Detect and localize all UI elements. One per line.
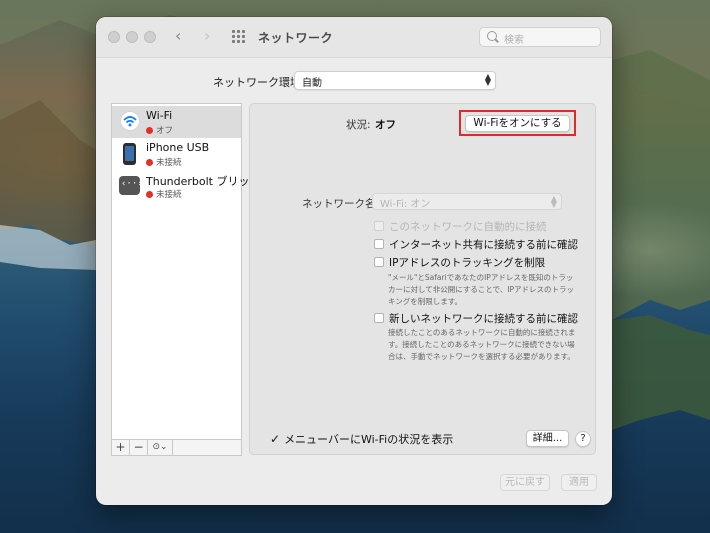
- iphone-icon: [123, 143, 136, 165]
- service-name: iPhone USB: [146, 141, 210, 154]
- status-dot-icon: [146, 191, 153, 198]
- network-name-select[interactable]: Wi-Fi: オン ▲ ▼: [372, 193, 562, 210]
- service-item-iphone-usb[interactable]: iPhone USB 未接続: [112, 138, 241, 170]
- action-menu-button[interactable]: ⊙⌄: [148, 440, 173, 455]
- status-label: 状況:: [346, 119, 371, 131]
- service-status: 未接続: [146, 156, 182, 168]
- service-item-thunderbolt-bridge[interactable]: ‹··› Thunderbolt ブリッジ 未接続: [112, 170, 261, 202]
- search-input[interactable]: 検索: [479, 27, 601, 47]
- ask-hotspot-label: インターネット共有に接続する前に確認: [389, 239, 578, 251]
- network-name-value: Wi-Fi: オン: [380, 199, 431, 210]
- show-all-grid-icon[interactable]: [232, 30, 246, 44]
- auto-join-label: このネットワークに自動的に接続: [389, 221, 547, 233]
- minimize-window-button[interactable]: [126, 31, 138, 43]
- show-in-menubar-row[interactable]: ✓ メニューバーにWi-Fiの状況を表示: [270, 431, 453, 447]
- help-button[interactable]: ?: [575, 431, 591, 447]
- limit-ip-row: IPアドレスのトラッキングを制限: [374, 255, 545, 270]
- status-dot-icon: [146, 159, 153, 166]
- ask-new-networks-label: 新しいネットワークに接続する前に確認: [389, 313, 578, 325]
- close-window-button[interactable]: [108, 31, 120, 43]
- auto-join-row: このネットワークに自動的に接続: [374, 219, 547, 234]
- location-select[interactable]: 自動 ▲ ▼: [294, 71, 496, 90]
- forward-chevron-icon[interactable]: ›: [204, 28, 210, 44]
- service-status: 未接続: [146, 188, 182, 200]
- limit-ip-help-text: "メール"とSafariであなたのIPアドレスを既知のトラッカーに対して非公開に…: [388, 273, 575, 306]
- service-name: Thunderbolt ブリッジ: [146, 175, 261, 188]
- turn-wifi-on-button[interactable]: Wi-Fiをオンにする: [465, 115, 570, 132]
- ask-new-networks-checkbox[interactable]: [374, 313, 384, 323]
- auto-join-checkbox[interactable]: [374, 221, 384, 231]
- remove-service-button[interactable]: −: [130, 440, 148, 455]
- ask-hotspot-row: インターネット共有に接続する前に確認: [374, 237, 578, 252]
- network-preferences-window: ‹ › ネットワーク 検索 ネットワーク環境: 自動 ▲ ▼ Wi-Fi オフ …: [96, 17, 612, 505]
- location-label: ネットワーク環境:: [213, 76, 305, 89]
- back-chevron-icon[interactable]: ‹: [175, 28, 181, 44]
- service-status: オフ: [146, 124, 173, 136]
- wifi-icon: [120, 111, 140, 131]
- updown-chevron-icon: ▲ ▼: [484, 72, 491, 87]
- network-name-label: ネットワーク名:: [302, 198, 380, 210]
- titlebar: ‹ › ネットワーク 検索: [96, 17, 612, 58]
- advanced-button[interactable]: 詳細...: [526, 430, 569, 447]
- limit-ip-label: IPアドレスのトラッキングを制限: [389, 257, 546, 269]
- service-list-controls: + − ⊙⌄: [111, 439, 242, 456]
- apply-button[interactable]: 適用: [561, 474, 597, 491]
- ask-new-networks-row: 新しいネットワークに接続する前に確認: [374, 311, 578, 326]
- thunderbolt-bridge-icon: ‹··›: [119, 176, 143, 195]
- status-dot-icon: [146, 127, 153, 134]
- service-name: Wi-Fi: [146, 109, 173, 122]
- checkmark-icon: ✓: [270, 432, 281, 446]
- limit-ip-checkbox[interactable]: [374, 257, 384, 267]
- revert-button[interactable]: 元に戻す: [500, 474, 550, 491]
- wifi-detail-panel: 状況: オフ Wi-Fiをオンにする ネットワーク名: Wi-Fi: オン ▲ ▼…: [249, 103, 596, 455]
- status-value: オフ: [375, 119, 396, 131]
- add-service-button[interactable]: +: [112, 440, 130, 455]
- zoom-window-button[interactable]: [144, 31, 156, 43]
- service-list: Wi-Fi オフ iPhone USB 未接続 ‹··› Thunderbolt…: [111, 103, 261, 455]
- search-icon: [487, 31, 497, 41]
- ask-new-networks-help-text: 接続したことのあるネットワークに自動的に接続されます。接続したことのあるネットワ…: [388, 328, 576, 361]
- updown-chevron-icon: ▲ ▼: [550, 194, 557, 209]
- service-item-wifi[interactable]: Wi-Fi オフ: [112, 106, 241, 138]
- show-in-menubar-label: メニューバーにWi-Fiの状況を表示: [284, 433, 454, 446]
- search-placeholder: 検索: [504, 35, 524, 46]
- location-value: 自動: [302, 78, 322, 89]
- ask-hotspot-checkbox[interactable]: [374, 239, 384, 249]
- window-title: ネットワーク: [258, 31, 334, 45]
